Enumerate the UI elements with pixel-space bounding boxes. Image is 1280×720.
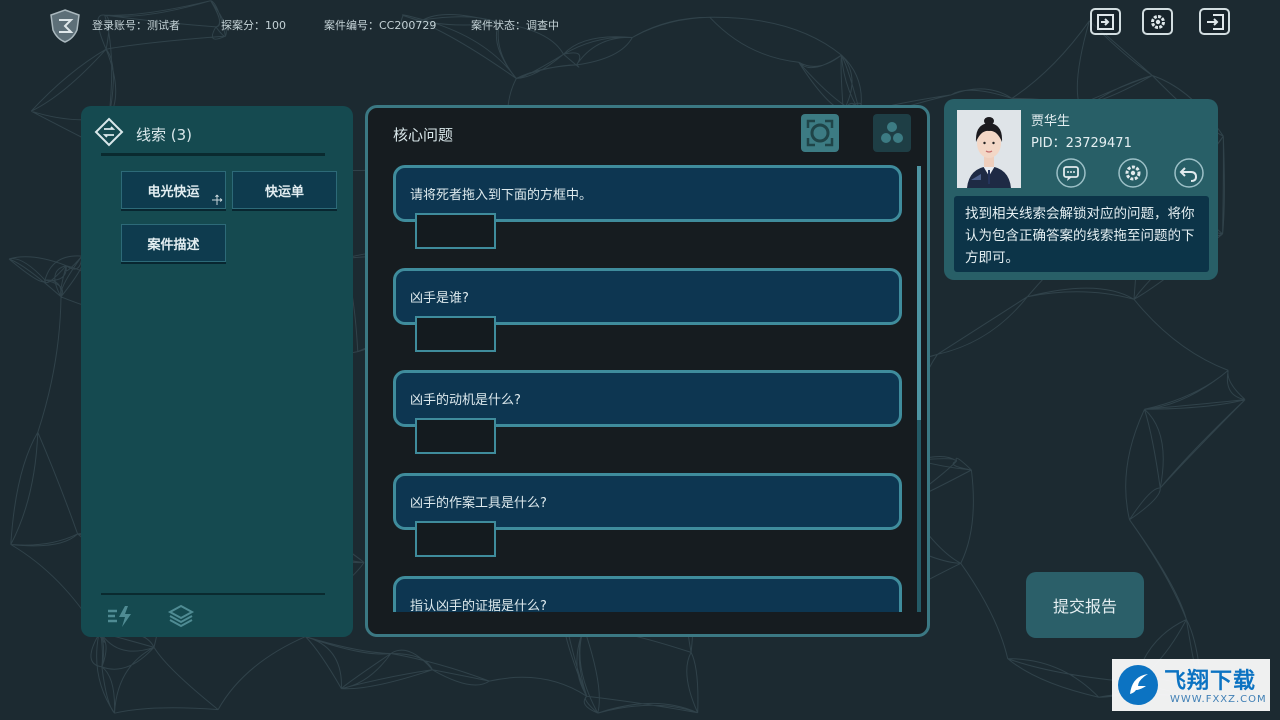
clue-diamond-icon <box>94 117 124 147</box>
cluster-view-button[interactable] <box>873 114 911 152</box>
answer-drop-slot[interactable] <box>415 521 496 557</box>
scrollbar-thumb[interactable] <box>917 166 921 420</box>
gear-icon <box>1150 14 1165 29</box>
answer-drop-slot[interactable] <box>415 418 496 454</box>
settings-button[interactable] <box>1142 8 1173 35</box>
question-text: 凶手是谁? <box>410 291 469 306</box>
question-list[interactable]: 请将死者拖入到下面的方框中。 凶手是谁? 凶手的动机是什么? 凶手的作案工具是什… <box>390 160 905 612</box>
circles-icon <box>881 122 903 143</box>
watermark: 飞翔下载 WWW.FXXZ.COM <box>1112 659 1270 711</box>
watermark-url: WWW.FXXZ.COM <box>1170 694 1267 705</box>
submit-report-button[interactable]: 提交报告 <box>1026 572 1144 638</box>
flash-icon[interactable] <box>106 603 134 629</box>
hint-bubble: 找到相关线索会解锁对应的问题，将你认为包含正确答案的线索拖至问题的下方即可。 <box>954 196 1209 272</box>
watermark-logo-icon <box>1118 665 1158 705</box>
logout-icon <box>1206 13 1224 30</box>
clues-title: 线索 (3) <box>136 126 193 144</box>
answer-drop-slot[interactable] <box>415 213 496 249</box>
layers-icon[interactable] <box>167 603 195 629</box>
clue-card[interactable]: 快运单 <box>232 171 337 209</box>
clue-card[interactable]: 案件描述 <box>121 224 226 262</box>
clues-divider <box>101 153 325 156</box>
back-icon[interactable] <box>1173 157 1205 189</box>
case-status-label: 案件状态：调查中 <box>471 19 559 32</box>
case-number-label: 案件编号：CC200729 <box>324 19 437 32</box>
hint-text: 找到相关线索会解锁对应的问题，将你认为包含正确答案的线索拖至问题的下方即可。 <box>965 206 1195 266</box>
focus-view-button[interactable] <box>801 114 839 152</box>
exit-icon <box>1096 13 1114 30</box>
gear-icon[interactable] <box>1117 157 1149 189</box>
chat-icon[interactable] <box>1055 157 1087 189</box>
police-badge-logo <box>50 9 80 43</box>
officer-portrait <box>957 110 1021 188</box>
account-label: 登录账号：测试者 <box>92 19 180 32</box>
question-text: 请将死者拖入到下面的方框中。 <box>410 188 593 203</box>
officer-pid: PID：23729471 <box>1031 136 1132 151</box>
logout-button[interactable] <box>1199 8 1230 35</box>
question-text: 指认凶手的证据是什么? <box>410 599 547 612</box>
clues-footer-divider <box>101 593 325 595</box>
question-card: 指认凶手的证据是什么? <box>393 576 902 612</box>
question-text: 凶手的作案工具是什么? <box>410 496 547 511</box>
officer-name: 贾华生 <box>1031 114 1071 129</box>
score-label: 探案分：100 <box>221 19 286 32</box>
watermark-text: 飞翔下载 <box>1164 669 1257 694</box>
answer-drop-slot[interactable] <box>415 316 496 352</box>
target-icon <box>806 119 834 147</box>
question-text: 凶手的动机是什么? <box>410 393 521 408</box>
move-cursor-icon <box>212 194 223 205</box>
exit-case-button[interactable] <box>1090 8 1121 35</box>
core-questions-title: 核心问题 <box>393 126 454 144</box>
